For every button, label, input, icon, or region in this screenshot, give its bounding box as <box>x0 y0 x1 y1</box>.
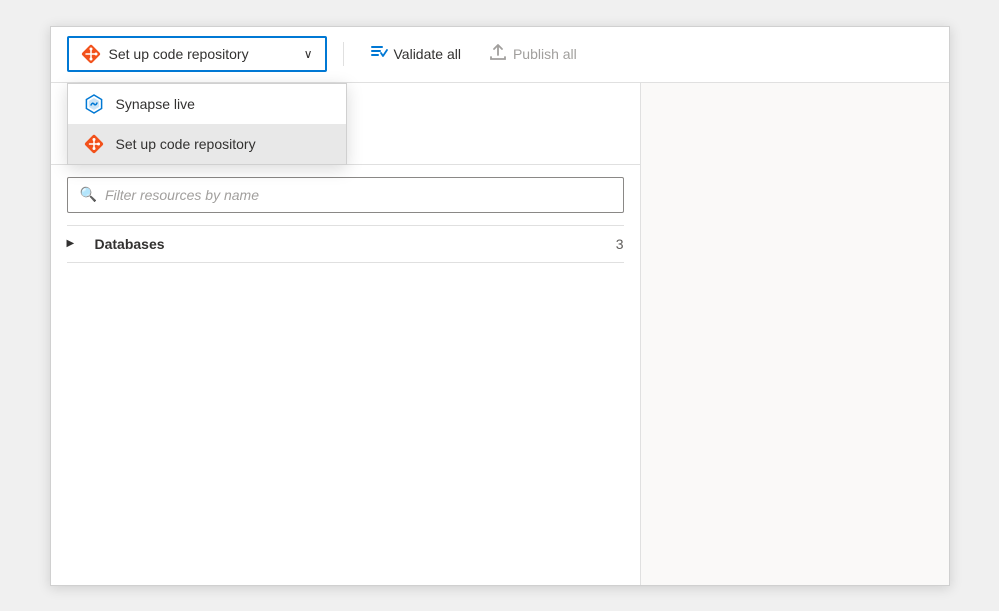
dropdown-item-setup-repo[interactable]: Set up code repository <box>68 124 346 164</box>
databases-count: 3 <box>616 236 624 252</box>
dropdown-menu: Synapse live Set up code repository <box>67 83 347 165</box>
toolbar: Set up code repository ∨ Validate all <box>51 27 949 83</box>
publish-all-label: Publish all <box>513 46 577 62</box>
resource-divider-bottom <box>67 262 624 263</box>
git-repo-icon <box>84 134 104 154</box>
resources-list: ▶ Databases 3 <box>51 225 640 585</box>
synapse-live-label: Synapse live <box>116 96 195 112</box>
databases-group[interactable]: ▶ Databases 3 <box>51 226 640 262</box>
toolbar-separator <box>343 42 344 66</box>
validate-all-label: Validate all <box>394 46 461 62</box>
chevron-down-icon: ∨ <box>304 47 313 61</box>
databases-label: Databases <box>95 236 616 252</box>
validate-icon <box>370 43 388 66</box>
setup-repo-label: Set up code repository <box>116 136 256 152</box>
expand-icon: ▶ <box>67 238 83 249</box>
publish-all-button[interactable]: Publish all <box>479 36 587 72</box>
search-icon: 🔍 <box>80 186 97 203</box>
repo-dropdown[interactable]: Set up code repository ∨ <box>67 36 327 72</box>
search-box: 🔍 <box>67 177 624 213</box>
main-window: Set up code repository ∨ Validate all <box>50 26 950 586</box>
repo-dropdown-label: Set up code repository <box>109 46 296 62</box>
search-input[interactable] <box>105 187 611 203</box>
synapse-icon <box>84 94 104 114</box>
dropdown-item-synapse-live[interactable]: Synapse live <box>68 84 346 124</box>
right-panel <box>641 83 949 585</box>
git-icon <box>81 44 101 64</box>
publish-icon <box>489 43 507 66</box>
validate-all-button[interactable]: Validate all <box>360 36 471 72</box>
search-container: 🔍 <box>51 165 640 225</box>
